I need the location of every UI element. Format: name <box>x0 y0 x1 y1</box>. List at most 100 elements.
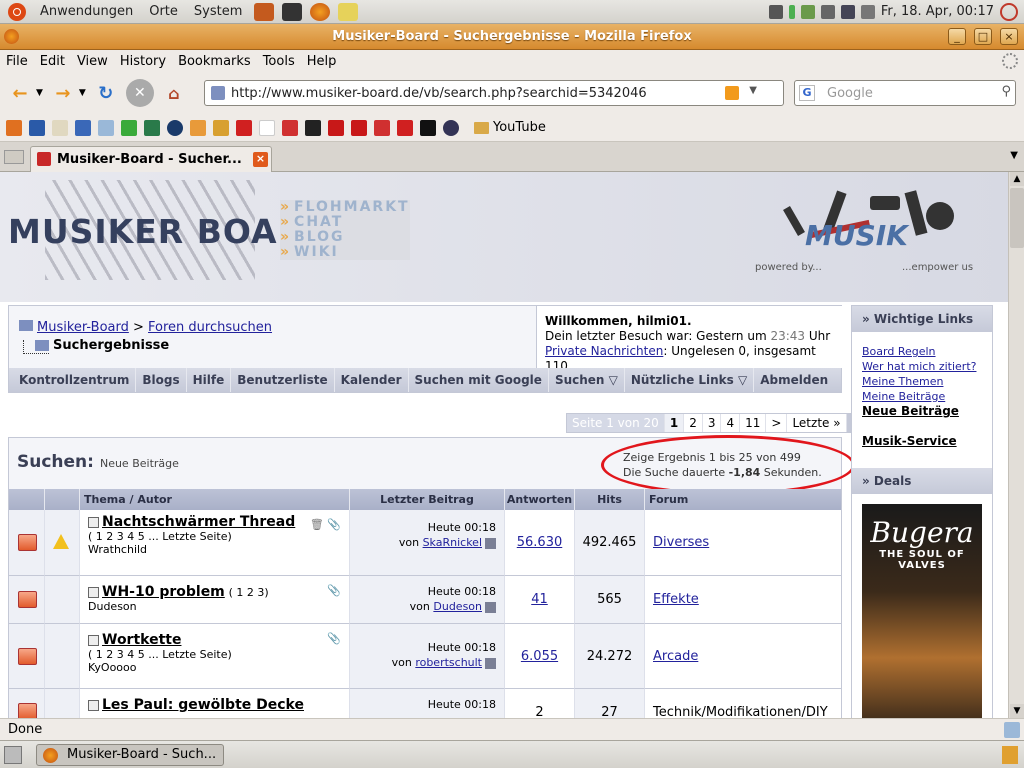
thread-author[interactable]: Wrathchild <box>88 543 349 556</box>
link-wiki[interactable]: » WIKI <box>280 245 410 260</box>
status-addon-icon[interactable] <box>1004 722 1020 738</box>
thread-checkbox[interactable] <box>88 700 99 711</box>
nav-suchen-dropdown[interactable]: Suchen ▽ <box>549 368 625 392</box>
maximize-button[interactable]: □ <box>974 28 992 45</box>
col-letzter-beitrag[interactable]: Letzter Beitrag <box>350 489 505 510</box>
bugera-ad-banner[interactable]: Bugera THE SOUL OF VALVES <box>862 504 982 718</box>
window-titlebar[interactable]: Musiker-Board - Suchergebnisse - Mozilla… <box>0 24 1024 50</box>
show-desktop-icon[interactable] <box>4 746 22 764</box>
minimize-button[interactable]: _ <box>948 28 966 45</box>
forum-cell[interactable]: Technik/Modifikationen/DIY <box>645 689 841 718</box>
signal-icon[interactable] <box>840 4 855 19</box>
nav-hilfe[interactable]: Hilfe <box>187 368 232 392</box>
thread-author[interactable]: Dudeson <box>88 600 349 613</box>
link-chat[interactable]: » CHAT <box>280 215 410 230</box>
search-field[interactable]: G Google ⚲ <box>794 80 1016 106</box>
forward-history-dropdown-icon[interactable]: ▼ <box>79 88 86 98</box>
youtube-favicon-icon[interactable] <box>236 119 252 136</box>
forum-link[interactable]: Arcade <box>653 649 698 664</box>
thread-title-link[interactable]: Nachtschwärmer Thread <box>102 514 295 530</box>
stop-button[interactable]: ✕ <box>125 79 154 107</box>
bookmark-icon[interactable] <box>397 119 413 136</box>
sidebar-link-musik-service[interactable]: Musik-Service <box>862 434 982 449</box>
private-messages-link[interactable]: Private Nachrichten <box>545 344 663 358</box>
menu-anwendungen[interactable]: Anwendungen <box>32 0 141 24</box>
nav-abmelden[interactable]: Abmelden <box>754 368 834 392</box>
url-text[interactable]: http://www.musiker-board.de/vb/search.ph… <box>231 86 647 101</box>
forum-link[interactable]: Effekte <box>653 592 699 607</box>
sidebar-link-meine-themen[interactable]: Meine Themen <box>862 374 982 389</box>
tab-musiker-board[interactable]: Musiker-Board - Sucher... × <box>30 146 272 172</box>
sidebar-link-board-regeln[interactable]: Board Regeln <box>862 344 982 359</box>
thread-title-link[interactable]: WH-10 problem <box>102 584 225 600</box>
page-3[interactable]: 3 <box>703 414 722 432</box>
thread-checkbox[interactable] <box>88 517 99 528</box>
bookmark-icon[interactable] <box>121 119 137 136</box>
sidebar-link-wer-hat-mich-zitiert[interactable]: Wer hat mich zitiert? <box>862 359 982 374</box>
go-to-last-post-icon[interactable] <box>485 537 496 549</box>
bookmark-youtube-folder[interactable]: YouTube <box>474 120 546 135</box>
ubuntu-logo-icon[interactable] <box>8 2 26 21</box>
thread-title-link[interactable]: Wortkette <box>102 632 181 648</box>
rss-feed-icon[interactable] <box>725 86 739 100</box>
page-11[interactable]: 11 <box>740 414 767 432</box>
bookmark-icon[interactable] <box>351 119 367 136</box>
page-1[interactable]: 1 <box>664 414 685 432</box>
back-history-dropdown-icon[interactable]: ▼ <box>36 88 43 98</box>
link-blog[interactable]: » BLOG <box>280 230 410 245</box>
new-tab-icon[interactable] <box>4 150 24 164</box>
menu-edit[interactable]: Edit <box>34 54 71 69</box>
trash-icon[interactable] <box>1002 746 1018 764</box>
menu-help[interactable]: Help <box>301 54 343 69</box>
last-post-user-link[interactable]: SkaRnickel <box>423 536 482 549</box>
nav-kalender[interactable]: Kalender <box>335 368 409 392</box>
col-forum[interactable]: Forum <box>645 489 841 510</box>
tab-list-dropdown-icon[interactable]: ▼ <box>1010 150 1018 161</box>
bookmark-icon[interactable] <box>328 119 344 136</box>
bookmark-icon[interactable] <box>213 119 229 136</box>
menu-history[interactable]: History <box>114 54 172 69</box>
taskbar-firefox-button[interactable]: Musiker-Board - Such... <box>36 744 224 766</box>
sidebar-link-meine-beitraege[interactable]: Meine Beiträge <box>862 389 982 404</box>
thread-title-link[interactable]: Les Paul: gewölbte Decke <box>102 697 304 713</box>
musik-service-logo[interactable]: MUSIK <box>805 219 908 252</box>
search-magnifier-icon[interactable]: ⚲ <box>1001 84 1011 99</box>
page-2[interactable]: 2 <box>684 414 703 432</box>
page-last[interactable]: Letzte » <box>787 414 847 432</box>
bookmark-icon[interactable] <box>6 119 22 136</box>
bookmark-icon[interactable] <box>443 119 459 136</box>
bookmark-icon[interactable] <box>98 119 114 136</box>
thread-checkbox[interactable] <box>88 635 99 646</box>
bookmark-icon[interactable] <box>29 119 45 136</box>
volume-icon[interactable] <box>860 4 875 19</box>
url-dropdown-icon[interactable]: ▼ <box>749 85 757 96</box>
tab-close-icon[interactable]: × <box>253 152 268 167</box>
thread-pages[interactable]: ( 1 2 3) <box>229 586 269 599</box>
nav-blogs[interactable]: Blogs <box>136 368 187 392</box>
firefox-launcher-icon[interactable] <box>310 2 331 21</box>
bookmark-icon[interactable] <box>190 119 206 136</box>
last-post-user-link[interactable]: robertschult <box>415 656 482 669</box>
scroll-up-arrow-icon[interactable]: ▲ <box>1010 172 1024 186</box>
google-engine-icon[interactable]: G <box>799 85 815 101</box>
url-bar[interactable]: http://www.musiker-board.de/vb/search.ph… <box>204 80 807 106</box>
notes-launcher-icon[interactable] <box>338 2 359 21</box>
reload-button[interactable]: ↻ <box>92 79 120 107</box>
bookmark-icon[interactable] <box>167 119 183 136</box>
scroll-thumb[interactable] <box>1010 188 1024 248</box>
sidebar-links-heading[interactable]: » Wichtige Links <box>852 306 992 332</box>
nav-suchen-mit-google[interactable]: Suchen mit Google <box>409 368 549 392</box>
ebay-icon[interactable] <box>259 119 275 136</box>
menu-bookmarks[interactable]: Bookmarks <box>172 54 257 69</box>
nav-benutzerliste[interactable]: Benutzerliste <box>231 368 335 392</box>
breadcrumb-search-link[interactable]: Foren durchsuchen <box>148 320 272 335</box>
page-4[interactable]: 4 <box>721 414 741 432</box>
bookmark-icon[interactable] <box>420 119 436 136</box>
forward-button[interactable]: → <box>49 79 77 107</box>
menu-view[interactable]: View <box>71 54 114 69</box>
scroll-down-arrow-icon[interactable]: ▼ <box>1010 704 1024 718</box>
col-thema[interactable]: Thema / Autor <box>80 489 350 510</box>
musiker-board-icon[interactable] <box>282 119 298 136</box>
sidebar-link-neue-beitraege[interactable]: Neue Beiträge <box>862 404 982 419</box>
page-next[interactable]: > <box>766 414 788 432</box>
